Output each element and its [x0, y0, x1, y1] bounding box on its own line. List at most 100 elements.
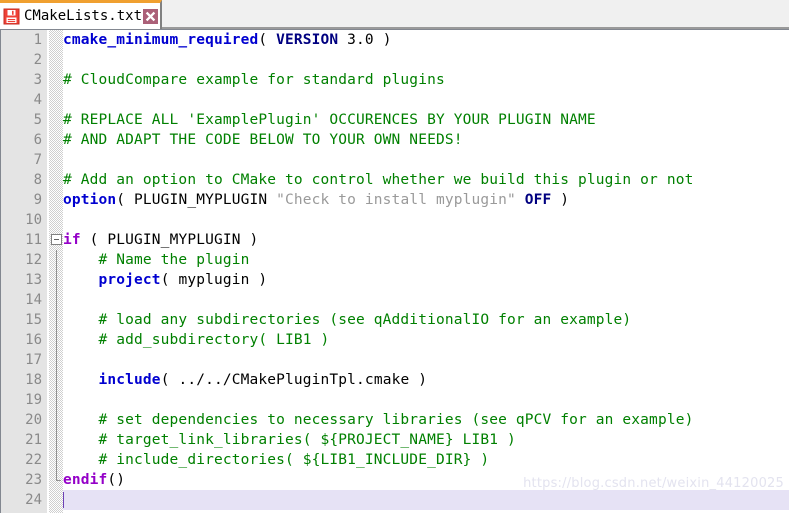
- code-line[interactable]: 7: [1, 150, 789, 170]
- code-line-text[interactable]: # set dependencies to necessary librarie…: [63, 410, 789, 430]
- code-token: # REPLACE ALL 'ExamplePlugin' OCCURENCES…: [63, 112, 596, 128]
- fold-guide-line: [56, 330, 57, 350]
- code-token: # set dependencies to necessary librarie…: [63, 412, 694, 428]
- code-line[interactable]: 3 # CloudCompare example for standard plu…: [1, 70, 789, 90]
- code-line-text[interactable]: project( myplugin ): [63, 270, 789, 290]
- code-editor[interactable]: 1 cmake_minimum_required( VERSION 3.0 ) 2 3…: [0, 29, 789, 513]
- line-number: 17: [25, 352, 42, 368]
- code-line-text[interactable]: include( ../../CMakePluginTpl.cmake ): [63, 370, 789, 390]
- code-line-text[interactable]: # target_link_libraries( ${PROJECT_NAME}…: [63, 430, 789, 450]
- line-number: 7: [33, 152, 42, 168]
- fold-guide-line: [56, 250, 57, 270]
- code-line-text[interactable]: [63, 350, 789, 370]
- code-line[interactable]: 8 # Add an option to CMake to control whe…: [1, 170, 789, 190]
- line-number: 14: [25, 292, 42, 308]
- code-line[interactable]: 16 # add_subdirectory( LIB1 ): [1, 330, 789, 350]
- code-line-text[interactable]: if ( PLUGIN_MYPLUGIN ): [63, 230, 789, 250]
- code-line[interactable]: 9 option( PLUGIN_MYPLUGIN "Check to insta…: [1, 190, 789, 210]
- code-line[interactable]: 11 if ( PLUGIN_MYPLUGIN ): [1, 230, 789, 250]
- fold-guide-line: [56, 270, 57, 290]
- code-line[interactable]: 10: [1, 210, 789, 230]
- code-line-text[interactable]: [63, 210, 789, 230]
- line-number: 21: [25, 432, 42, 448]
- tab-title: CMakeLists.txt: [24, 8, 143, 24]
- code-line-text[interactable]: [63, 290, 789, 310]
- code-line-text[interactable]: option( PLUGIN_MYPLUGIN "Check to instal…: [63, 190, 789, 210]
- code-line[interactable]: 6 # AND ADAPT THE CODE BELOW TO YOUR OWN …: [1, 130, 789, 150]
- code-token: # add_subdirectory( LIB1 ): [63, 332, 330, 348]
- line-number: 1: [33, 32, 42, 48]
- code-line[interactable]: 20 # set dependencies to necessary libra…: [1, 410, 789, 430]
- code-line[interactable]: 5 # REPLACE ALL 'ExamplePlugin' OCCURENCE…: [1, 110, 789, 130]
- code-line[interactable]: 22 # include_directories( ${LIB1_INCLUDE…: [1, 450, 789, 470]
- code-line-text[interactable]: # CloudCompare example for standard plug…: [63, 70, 789, 90]
- code-line[interactable]: 21 # target_link_libraries( ${PROJECT_NA…: [1, 430, 789, 450]
- line-number: 2: [33, 52, 42, 68]
- line-number: 23: [25, 472, 42, 488]
- code-line[interactable]: 12 # Name the plugin: [1, 250, 789, 270]
- code-token: # target_link_libraries( ${PROJECT_NAME}…: [63, 432, 516, 448]
- code-line[interactable]: 19: [1, 390, 789, 410]
- close-icon[interactable]: [143, 8, 159, 24]
- line-number: 19: [25, 392, 42, 408]
- code-line[interactable]: 18 include( ../../CMakePluginTpl.cmake ): [1, 370, 789, 390]
- line-number: 8: [33, 172, 42, 188]
- code-token: option: [63, 192, 117, 208]
- code-token: ( myplugin ): [160, 272, 268, 288]
- editor-scroll-area[interactable]: 1 cmake_minimum_required( VERSION 3.0 ) 2 3…: [1, 30, 789, 513]
- fold-guide-line: [56, 450, 57, 470]
- code-line-text[interactable]: # add_subdirectory( LIB1 ): [63, 330, 789, 350]
- code-line[interactable]: 13 project( myplugin ): [1, 270, 789, 290]
- line-number: 18: [25, 372, 42, 388]
- code-line[interactable]: 1 cmake_minimum_required( VERSION 3.0 ): [1, 30, 789, 50]
- line-number: 20: [25, 412, 42, 428]
- code-line-text[interactable]: [63, 390, 789, 410]
- code-token: (): [107, 472, 126, 488]
- fold-guide-line: [56, 390, 57, 410]
- code-line-text[interactable]: [63, 490, 789, 510]
- code-line-text[interactable]: # Add an option to CMake to control whet…: [63, 170, 789, 190]
- line-number: 12: [25, 252, 42, 268]
- code-line-text[interactable]: [63, 150, 789, 170]
- code-token: 3.0 ): [338, 32, 392, 48]
- fold-collapse-icon[interactable]: [51, 234, 62, 245]
- text-caret: [63, 492, 64, 508]
- code-token: include: [98, 372, 161, 388]
- code-line-text[interactable]: cmake_minimum_required( VERSION 3.0 ): [63, 30, 789, 50]
- tab-bar: CMakeLists.txt: [0, 0, 789, 29]
- code-line-text[interactable]: # Name the plugin: [63, 250, 789, 270]
- line-number: 13: [25, 272, 42, 288]
- code-line-text[interactable]: # REPLACE ALL 'ExamplePlugin' OCCURENCES…: [63, 110, 789, 130]
- code-line[interactable]: 24: [1, 490, 789, 510]
- code-line-text[interactable]: endif(): [63, 470, 789, 490]
- code-line-text[interactable]: [63, 90, 789, 110]
- fold-guide-line: [56, 290, 57, 310]
- code-line[interactable]: 14: [1, 290, 789, 310]
- code-line[interactable]: 17: [1, 350, 789, 370]
- code-line[interactable]: 2: [1, 50, 789, 70]
- line-number: 6: [33, 132, 42, 148]
- code-line-text[interactable]: # include_directories( ${LIB1_INCLUDE_DI…: [63, 450, 789, 470]
- code-line-text[interactable]: # load any subdirectories (see qAddition…: [63, 310, 789, 330]
- code-token: (: [258, 32, 277, 48]
- editor-tab-cmakelists[interactable]: CMakeLists.txt: [0, 0, 163, 29]
- line-number: 11: [25, 232, 42, 248]
- code-line-text[interactable]: [63, 50, 789, 70]
- fold-guide-line: [56, 350, 57, 370]
- code-line[interactable]: 4: [1, 90, 789, 110]
- code-token: # Add an option to CMake to control whet…: [63, 172, 694, 188]
- code-line[interactable]: 23 endif(): [1, 470, 789, 490]
- code-token: ( PLUGIN_MYPLUGIN: [116, 192, 277, 208]
- line-number: 16: [25, 332, 42, 348]
- line-number: 15: [25, 312, 42, 328]
- fold-guide-end: [56, 470, 61, 481]
- line-number: 4: [33, 92, 42, 108]
- line-number: 5: [33, 112, 42, 128]
- code-token: # AND ADAPT THE CODE BELOW TO YOUR OWN N…: [63, 132, 463, 148]
- code-line[interactable]: 15 # load any subdirectories (see qAddit…: [1, 310, 789, 330]
- fold-guide-line: [56, 370, 57, 390]
- code-line-text[interactable]: # AND ADAPT THE CODE BELOW TO YOUR OWN N…: [63, 130, 789, 150]
- code-token: cmake_minimum_required: [63, 32, 259, 48]
